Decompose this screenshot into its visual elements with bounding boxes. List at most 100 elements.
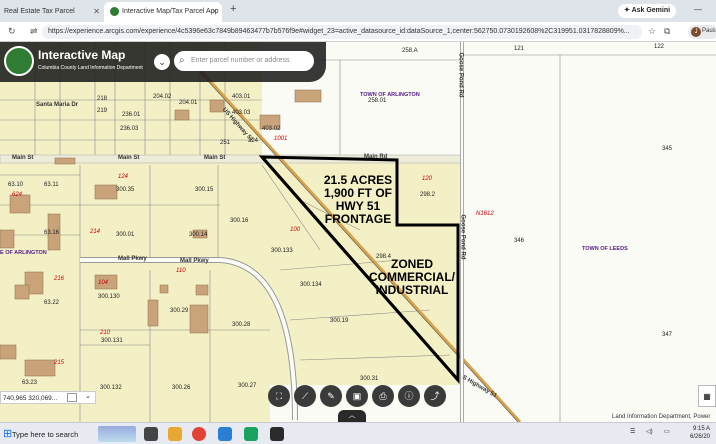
- task-view-icon[interactable]: [144, 427, 158, 441]
- new-tab-icon[interactable]: +: [230, 3, 236, 15]
- address-number: 120: [422, 176, 433, 182]
- road-label: Goose Pond Rd: [457, 52, 464, 98]
- parcel-id: 300.35: [116, 187, 135, 193]
- tab-label: Real Estate Tax Parcel: [4, 8, 75, 15]
- parcel-id: 300.130: [98, 294, 120, 300]
- windows-start-icon[interactable]: ⊞: [3, 427, 12, 440]
- parcel-search-input[interactable]: ⌕ Enter parcel number or address: [174, 51, 314, 71]
- coordinate-readout: 740,965 320,069... ⌄: [0, 391, 96, 404]
- road-label: Main St: [118, 155, 140, 161]
- browser-tabstrip: Real Estate Tax Parcel ✕ Interactive Map…: [0, 0, 716, 22]
- save-tool-icon[interactable]: ▣: [346, 385, 368, 407]
- download-app-icon[interactable]: [218, 427, 232, 441]
- parcel-id: 300.14: [189, 232, 208, 238]
- volume-icon[interactable]: ◁): [646, 428, 653, 435]
- star-icon[interactable]: ☆: [648, 26, 656, 37]
- parcel-id: 300.27: [238, 383, 257, 389]
- parcel-id: 63.11: [44, 182, 59, 188]
- chevron-up-icon: ︿: [348, 412, 356, 419]
- parcel-id: 345: [662, 146, 673, 152]
- edge-app-icon[interactable]: [244, 427, 258, 441]
- clock-date: 6/26/20: [690, 434, 711, 440]
- parcel-id: 403.01: [232, 94, 251, 100]
- profile-button[interactable]: J Paus: [688, 25, 716, 39]
- notification-icon[interactable]: ▭: [664, 428, 670, 435]
- extensions-icon[interactable]: ⧉: [664, 26, 670, 37]
- parcel-id: 236.01: [122, 112, 141, 118]
- parcel-id: 63.10: [8, 182, 24, 188]
- windows-taskbar: ⊞ Type here to search ☰ ◁) ▭ 9:15 A 6/26…: [0, 422, 716, 444]
- parcel-id: 300.31: [360, 376, 379, 382]
- tab-interactive-map[interactable]: Interactive Map/Tax Parcel App ✕: [104, 2, 222, 22]
- collapse-button[interactable]: ⌄: [154, 54, 170, 70]
- parcel-id: 251: [220, 140, 231, 146]
- chevron-down-icon: ⌄: [158, 57, 166, 67]
- acreage-annotation: 21.5 ACRES 1,900 FT OF HWY 51 FRONTAGE: [318, 174, 398, 226]
- select-tool-icon[interactable]: ⛶: [268, 385, 290, 407]
- draw-tool-icon[interactable]: ✎: [320, 385, 342, 407]
- town-label: TOWN OF LEEDS: [582, 246, 628, 252]
- reload-icon[interactable]: ↻: [8, 26, 16, 37]
- map-canvas[interactable]: 258.A 121 122 258.01 403.01 403.02 403.0…: [0, 42, 716, 422]
- address-number: 215: [54, 360, 65, 366]
- layers-icon: ▦: [703, 392, 711, 401]
- expand-panel-button[interactable]: ︿: [338, 410, 366, 422]
- minimize-icon[interactable]: —: [694, 5, 702, 14]
- camera-app-icon[interactable]: [270, 427, 284, 441]
- parcel-id: 122: [654, 44, 665, 50]
- address-number: 100: [290, 227, 301, 233]
- taskbar-search[interactable]: ⊞ Type here to search: [0, 423, 138, 444]
- address-bar: ↻ ⇌ https://experience.arcgis.com/experi…: [0, 22, 716, 42]
- file-explorer-icon[interactable]: [168, 427, 182, 441]
- app-subtitle: Columbia County Land Information Departm…: [38, 65, 143, 71]
- taskbar-search-text: Type here to search: [12, 430, 79, 439]
- parcel-id: 63.23: [22, 380, 38, 386]
- parcel-id: 300.29: [170, 308, 189, 314]
- parcel-map-svg: [0, 42, 716, 422]
- system-clock[interactable]: 9:15 A 6/26/20: [690, 425, 710, 441]
- site-info-icon[interactable]: ⇌: [30, 26, 38, 37]
- close-icon[interactable]: ✕: [211, 7, 218, 16]
- chrome-icon[interactable]: [192, 427, 206, 441]
- parcel-id: 300.16: [230, 218, 249, 224]
- parcel-id: 300.28: [232, 322, 251, 328]
- address-number: 110: [176, 268, 186, 274]
- parcel-id: 258.A: [402, 48, 418, 54]
- parcel-id: 236.03: [120, 126, 139, 132]
- parcel-id: 258.01: [368, 98, 387, 104]
- share-tool-icon[interactable]: ⤴: [424, 385, 446, 407]
- town-label: E OF ARLINGTON: [0, 250, 47, 256]
- print-tool-icon[interactable]: ⎙: [372, 385, 394, 407]
- tab-label: Interactive Map/Tax Parcel App: [122, 8, 219, 15]
- parcel-id: 300.19: [330, 318, 349, 324]
- town-label: TOWN OF ARLINGTON: [360, 92, 420, 98]
- url-field[interactable]: https://experience.arcgis.com/experience…: [42, 25, 642, 39]
- address-number: 124: [118, 174, 129, 180]
- address-number: 216: [54, 276, 65, 282]
- parcel-id: 300.26: [172, 385, 191, 391]
- coordinate-system-dropdown[interactable]: [67, 393, 77, 402]
- tab-real-estate[interactable]: Real Estate Tax Parcel ✕: [0, 2, 104, 22]
- parcel-id: 218: [97, 96, 108, 102]
- parcel-id: 219: [97, 108, 108, 114]
- close-icon[interactable]: ✕: [93, 7, 100, 16]
- avatar: J: [691, 27, 701, 37]
- measure-tool-icon[interactable]: ⟋: [294, 385, 316, 407]
- profile-label: Paus: [702, 28, 716, 34]
- parcel-id: 300.132: [100, 385, 122, 391]
- layer-list-button[interactable]: ▦: [698, 385, 716, 407]
- road-label: Goose Pond Rd: [459, 214, 466, 260]
- chevron-down-icon[interactable]: ⌄: [85, 392, 91, 400]
- parcel-id: 346: [514, 238, 525, 244]
- search-highlight-image: [98, 426, 136, 442]
- parcel-id: 300.131: [101, 338, 123, 344]
- parcel-id: 300.134: [300, 282, 322, 288]
- parcel-id: 403.02: [262, 126, 281, 132]
- parcel-id: 298.2: [420, 192, 436, 198]
- info-tool-icon[interactable]: ⓘ: [398, 385, 420, 407]
- screen: Real Estate Tax Parcel ✕ Interactive Map…: [0, 0, 716, 444]
- ask-gemini-button[interactable]: ✦ Ask Gemini: [618, 4, 677, 18]
- road-label: Main St: [12, 155, 34, 161]
- address-number: 210: [100, 330, 111, 336]
- network-icon[interactable]: ☰: [630, 428, 635, 435]
